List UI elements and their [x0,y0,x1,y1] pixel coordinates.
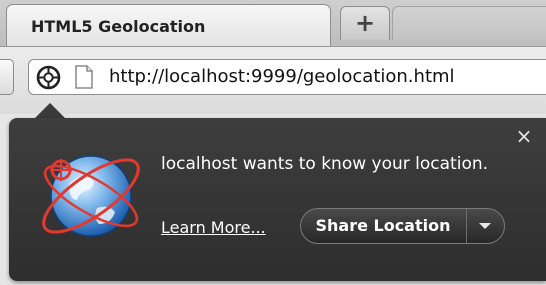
share-options-dropdown-button[interactable] [467,209,504,243]
url-text[interactable]: http://localhost:9999/geolocation.html [109,66,455,87]
permission-message: localhost wants to know your location. [161,154,489,174]
tab-html5-geolocation[interactable]: HTML5 Geolocation [6,4,331,46]
learn-more-link[interactable]: Learn More... [161,218,266,237]
location-crosshair-icon[interactable] [36,65,61,90]
tab-strip-empty-area [392,6,546,40]
share-location-button[interactable]: Share Location [301,209,465,243]
page-icon [75,65,93,89]
close-button[interactable]: × [514,126,534,146]
tab-strip: HTML5 Geolocation + [0,0,546,46]
share-location-button-group: Share Location [300,208,505,244]
address-bar[interactable]: http://localhost:9999/geolocation.html [28,59,546,95]
tab-title: HTML5 Geolocation [31,17,206,36]
back-button[interactable] [0,59,14,95]
globe-icon [42,155,140,237]
chevron-down-icon [479,223,491,229]
popup-pointer [34,103,66,119]
new-tab-button[interactable]: + [340,6,390,40]
navigation-bar: http://localhost:9999/geolocation.html [0,46,546,114]
geolocation-permission-popup: × localhost wants to know your location.… [9,118,546,281]
